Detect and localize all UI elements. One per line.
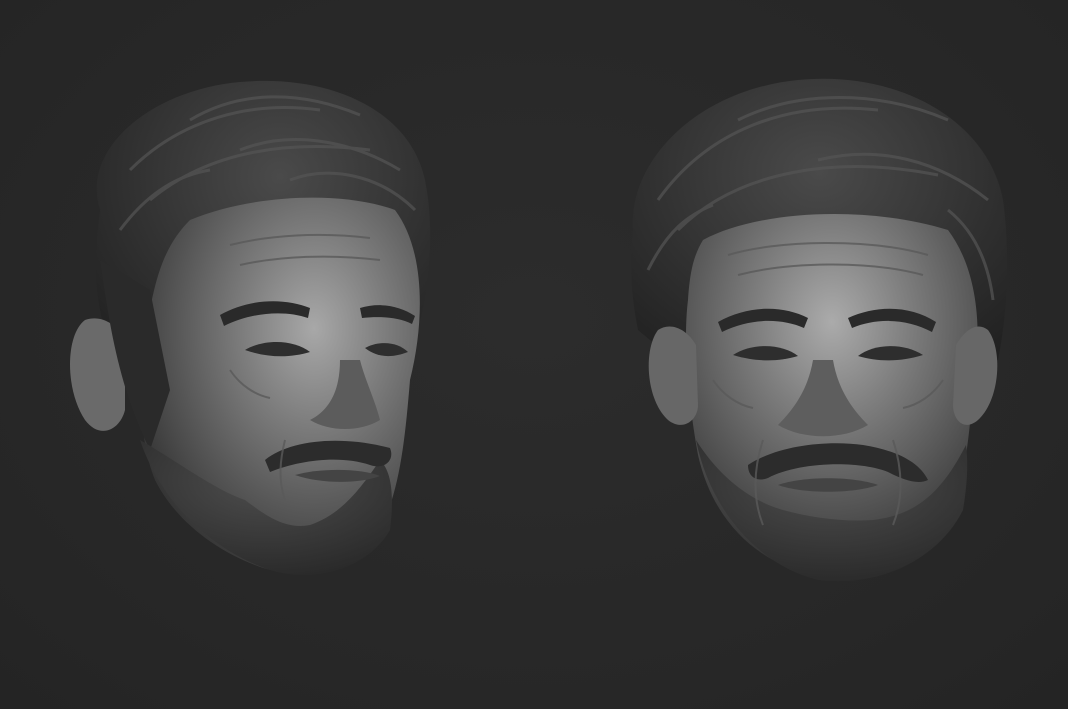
- sculpted-head-three-quarter[interactable]: [40, 60, 440, 590]
- sculpted-head-frontal[interactable]: [618, 60, 1018, 590]
- head-silhouette-right: [631, 78, 1008, 582]
- viewport-canvas[interactable]: [0, 0, 1068, 709]
- head-silhouette-left: [70, 80, 431, 576]
